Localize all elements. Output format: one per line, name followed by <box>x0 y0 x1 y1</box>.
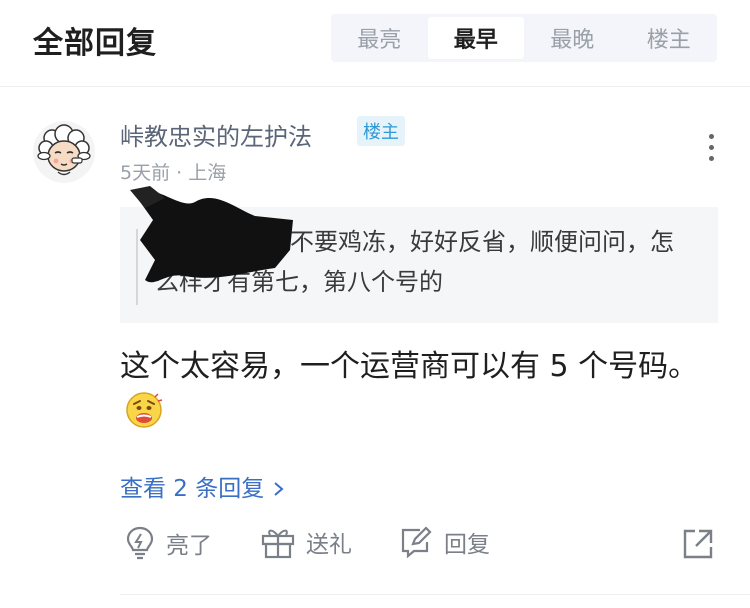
reply-label: 回复 <box>444 532 490 558</box>
reply-button[interactable]: 回复 <box>398 525 490 559</box>
gift-icon <box>261 529 295 559</box>
reply-edit-icon <box>401 526 432 559</box>
sort-tabs: 最亮 最早 最晚 楼主 <box>331 14 717 62</box>
comments-header: 全部回复 最亮 最早 最晚 楼主 <box>0 0 750 87</box>
like-button[interactable]: 亮了 <box>124 525 212 561</box>
redaction-mark <box>125 180 300 294</box>
divider <box>120 594 750 595</box>
avatar[interactable] <box>32 120 96 184</box>
gift-label: 送礼 <box>306 532 352 558</box>
chevron-right-icon <box>273 482 284 496</box>
like-label: 亮了 <box>166 533 212 559</box>
share-icon[interactable] <box>680 526 716 566</box>
tab-latest[interactable]: 最晚 <box>524 14 621 62</box>
view-replies-link[interactable]: 查看 2 条回复 <box>120 469 286 503</box>
page-title: 全部回复 <box>33 26 157 61</box>
tab-op-only[interactable]: 楼主 <box>621 14 718 62</box>
op-badge: 楼主 <box>357 116 405 146</box>
lightbulb-icon <box>126 526 154 560</box>
username[interactable]: 峠教忠实的左护法 <box>120 117 312 152</box>
comment-content: 这个太容易，一个运营商可以有 5 个号码。 <box>120 345 720 434</box>
laughing-emoji-icon <box>124 389 164 429</box>
more-options-icon[interactable] <box>700 128 724 168</box>
gift-button[interactable]: 送礼 <box>260 525 352 559</box>
tab-brightest[interactable]: 最亮 <box>331 14 428 62</box>
tab-earliest[interactable]: 最早 <box>427 17 524 59</box>
